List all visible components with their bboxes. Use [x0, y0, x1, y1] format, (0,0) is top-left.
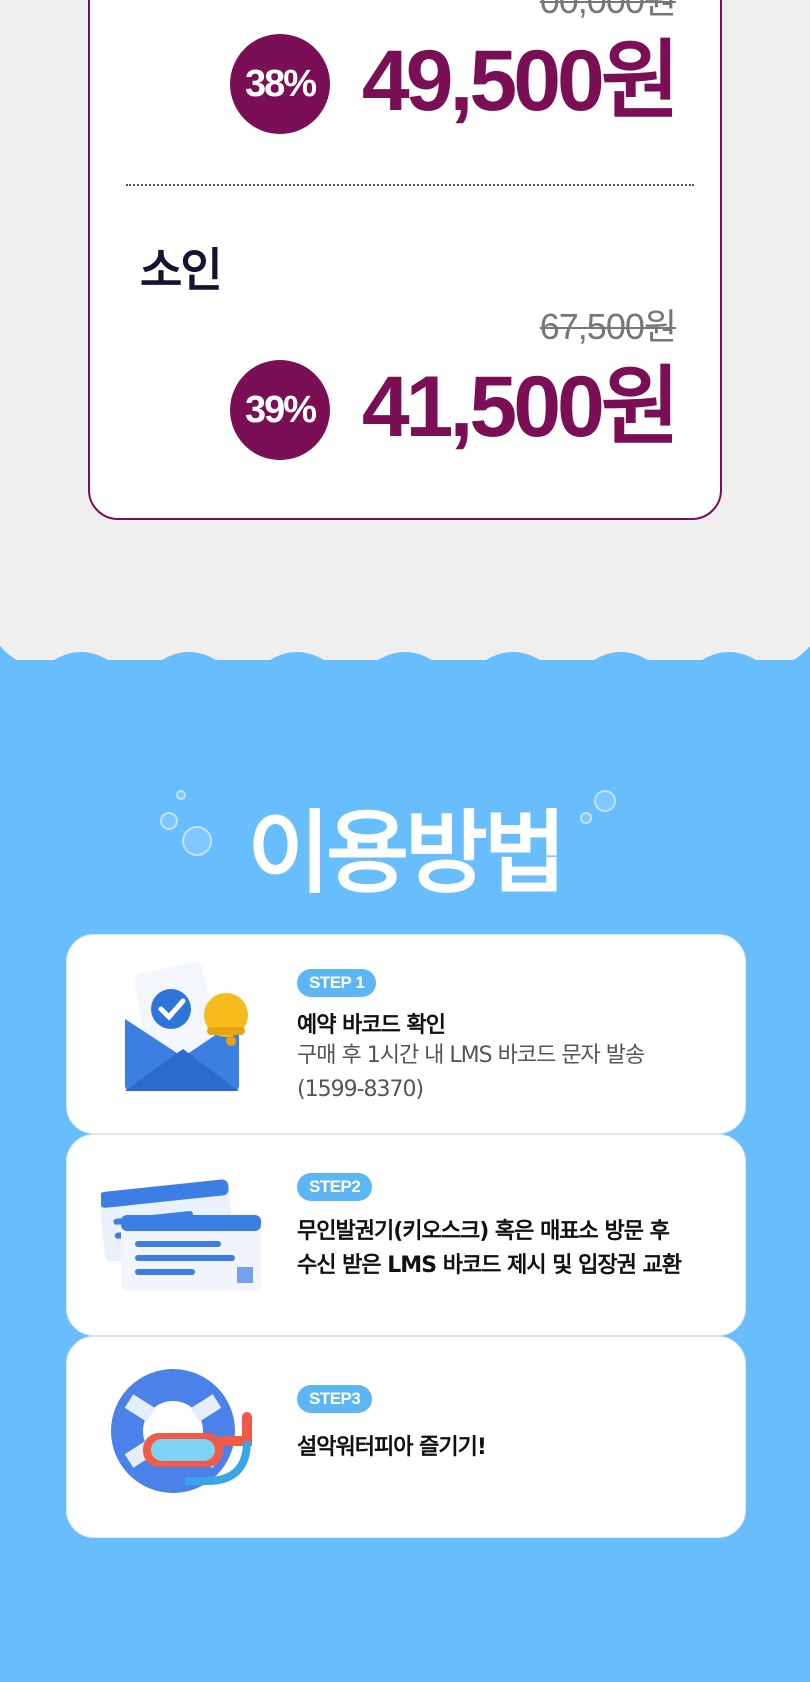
swim-ring-goggles-icon — [107, 1361, 267, 1501]
sale-price-child: 41,500원 — [361, 359, 680, 455]
step-badge-3: STEP3 — [297, 1385, 373, 1413]
price-divider — [126, 184, 694, 186]
original-price-child: 67,500원 — [539, 306, 677, 347]
step-text-1-line1: 구매 후 1시간 내 LMS 바코드 문자 발송 — [297, 1043, 645, 1068]
discount-badge-adult: 38% — [230, 34, 330, 134]
step-title-1: 예약 바코드 확인 — [297, 1013, 446, 1038]
child-label: 소인 — [140, 243, 223, 297]
step-badge-2: STEP2 — [297, 1173, 373, 1201]
price-card: 00,000원 38% 49,500원 소인 67,500원 39% 41,50… — [88, 0, 722, 520]
step-text-2-line2: 수신 받은 LMS 바코드 제시 및 입장권 교환 — [297, 1253, 682, 1278]
tickets-icon — [98, 1175, 271, 1295]
sale-price-adult: 49,500원 — [361, 33, 680, 129]
wave-divider — [0, 646, 810, 676]
step-card-3: STEP3 설악워터피아 즐기기! — [66, 1336, 746, 1538]
step-title-3: 설악워터피아 즐기기! — [297, 1435, 487, 1460]
discount-badge-child: 39% — [230, 360, 330, 460]
original-price-adult: 00,000원 — [539, 0, 677, 21]
usage-title: 이용방법 — [247, 801, 566, 906]
step-card-2: STEP2 무인발권기(키오스크) 혹은 매표소 방문 후 수신 받은 LMS … — [66, 1134, 746, 1336]
step-text-2-line1: 무인발권기(키오스크) 혹은 매표소 방문 후 — [297, 1219, 670, 1244]
step-text-1-line2: (1599-8370) — [297, 1077, 424, 1102]
step-badge-1: STEP 1 — [297, 969, 377, 997]
step-card-1: STEP 1 예약 바코드 확인 구매 후 1시간 내 LMS 바코드 문자 발… — [66, 934, 746, 1134]
envelope-bell-icon — [121, 957, 251, 1097]
